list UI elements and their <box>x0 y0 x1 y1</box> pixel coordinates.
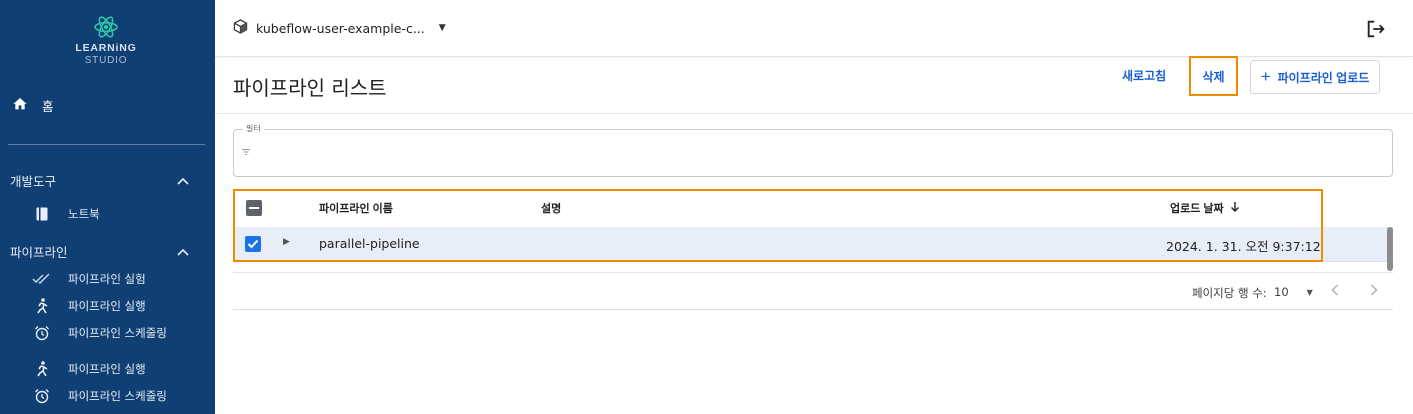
rows-per-page-select[interactable]: 10 ▼ <box>1274 285 1313 299</box>
page-title: 파이프라인 리스트 <box>233 76 387 100</box>
filter-input[interactable]: 필터 <box>233 123 1393 177</box>
namespace-label: kubeflow-user-example-c... <box>256 20 425 36</box>
column-header-upload-date[interactable]: 업로드 날짜 <box>1170 200 1240 216</box>
sidebar-section-dev-tools[interactable]: 개발도구 <box>10 171 189 190</box>
cube-icon <box>233 19 248 37</box>
next-page-button[interactable] <box>1370 284 1378 300</box>
sidebar-item-label: 노트북 <box>68 207 100 221</box>
chevron-up-icon <box>177 245 189 259</box>
caret-down-icon: ▼ <box>438 23 446 33</box>
previous-page-button[interactable] <box>1331 284 1339 300</box>
namespace-selector[interactable]: kubeflow-user-example-c... ▼ <box>233 19 446 37</box>
run-icon <box>32 297 52 315</box>
delete-button-label: 삭제 <box>1202 69 1225 84</box>
delete-button[interactable]: 삭제 <box>1189 56 1238 96</box>
section-label: 파이프라인 <box>10 245 68 260</box>
home-icon <box>12 96 28 115</box>
upload-pipeline-label: 파이프라인 업로드 <box>1277 70 1370 85</box>
arrow-down-icon <box>1230 201 1240 216</box>
logout-icon[interactable] <box>1365 18 1387 40</box>
column-header-description[interactable]: 설명 <box>541 200 561 216</box>
select-all-checkbox[interactable] <box>246 200 262 216</box>
done-all-icon <box>32 270 52 288</box>
notebook-icon <box>32 205 52 223</box>
row-checkbox[interactable] <box>245 236 261 252</box>
sidebar-section-pipelines[interactable]: 파이프라인 <box>10 242 189 261</box>
expand-row-icon[interactable]: ▶ <box>283 237 290 247</box>
table-divider <box>233 272 1393 273</box>
run-icon <box>32 360 52 378</box>
sidebar-item-pipeline-scheduling[interactable]: 파이프라인 스케줄링 <box>32 324 167 342</box>
pagination-divider <box>233 309 1393 310</box>
plus-icon: + <box>1260 66 1271 86</box>
sidebar-divider <box>8 144 205 145</box>
pipeline-upload-date: 2024. 1. 31. 오전 9:37:12 <box>1166 239 1321 254</box>
brand-line-1: LEARNiNG <box>75 42 137 54</box>
column-header-name[interactable]: 파이프라인 이름 <box>319 200 393 216</box>
sidebar-item-label: 파이프라인 스케줄링 <box>68 326 167 340</box>
upload-pipeline-button[interactable]: + 파이프라인 업로드 <box>1250 60 1380 94</box>
sidebar-item-pipeline-runs[interactable]: 파이프라인 실행 <box>32 297 146 315</box>
sidebar-item-pipeline-experiments[interactable]: 파이프라인 실험 <box>32 270 146 288</box>
rows-per-page-value: 10 <box>1274 285 1289 299</box>
header-divider <box>215 113 1413 114</box>
table-header: 파이프라인 이름 설명 업로드 날짜 <box>233 190 1393 226</box>
alarm-icon <box>32 324 52 342</box>
sidebar-item-label: 홈 <box>42 99 54 114</box>
sidebar-item-notebook[interactable]: 노트북 <box>32 205 100 223</box>
sidebar-item-label: 파이프라인 스케줄링 <box>68 389 167 403</box>
atom-logo-icon <box>94 16 118 38</box>
table-scrollbar[interactable] <box>1387 227 1393 271</box>
filter-icon[interactable] <box>242 147 250 158</box>
top-bar: kubeflow-user-example-c... ▼ <box>215 0 1413 57</box>
column-header-label: 업로드 날짜 <box>1170 203 1224 215</box>
chevron-up-icon <box>177 174 189 188</box>
brand-line-2: STUDIO <box>84 55 128 66</box>
sidebar-item-pipeline-scheduling-2[interactable]: 파이프라인 스케줄링 <box>32 387 167 405</box>
pipeline-name[interactable]: parallel-pipeline <box>319 236 420 251</box>
sidebar-item-label: 파이프라인 실행 <box>68 299 146 313</box>
caret-down-icon: ▼ <box>1306 287 1313 297</box>
alarm-icon <box>32 387 52 405</box>
sidebar-item-home[interactable]: 홈 <box>12 96 54 115</box>
sidebar: LEARNiNG STUDIO 홈 개발도구 노트북 파이프라인 파이프라인 실… <box>0 0 215 414</box>
filter-label: 필터 <box>243 123 264 134</box>
rows-per-page-label: 페이지당 행 수: <box>1192 286 1267 300</box>
sidebar-item-label: 파이프라인 실행 <box>68 362 146 376</box>
app-logo[interactable]: LEARNiNG STUDIO <box>70 14 142 66</box>
sidebar-item-label: 파이프라인 실험 <box>68 272 146 286</box>
sidebar-item-pipeline-runs-2[interactable]: 파이프라인 실행 <box>32 360 146 378</box>
table-row[interactable]: ▶ parallel-pipeline 2024. 1. 31. 오전 9:37… <box>233 227 1393 262</box>
section-label: 개발도구 <box>10 174 57 189</box>
refresh-button[interactable]: 새로고침 <box>1122 67 1166 84</box>
